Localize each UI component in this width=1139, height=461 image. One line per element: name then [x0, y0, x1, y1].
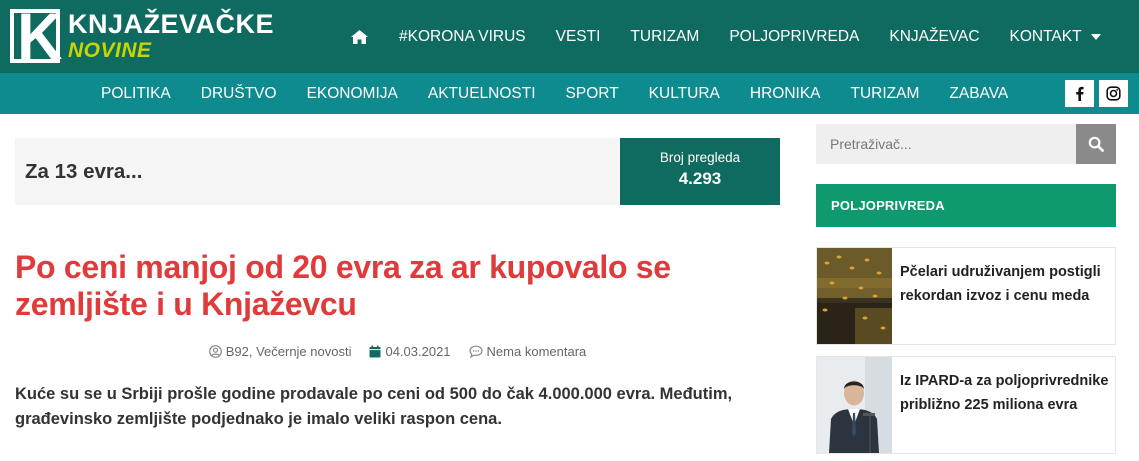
category-hronika[interactable]: HRONIKA	[750, 85, 821, 103]
logo-title: KNJAŽEVAČKE	[68, 9, 275, 39]
category-aktuelnosti[interactable]: AKTUELNOSTI	[428, 85, 536, 103]
post-thumbnail-bees[interactable]	[817, 248, 892, 344]
home-icon-svg	[351, 29, 368, 44]
category-politika[interactable]: POLITIKA	[101, 85, 171, 103]
article-author-text: B92, Večernje novosti	[225, 344, 352, 359]
nav-item-turizam[interactable]: TURIZAM	[630, 28, 699, 46]
category-nav: POLITIKA DRUŠTVO EKONOMIJA AKTUELNOSTI S…	[86, 73, 1023, 114]
post-thumbnail-speaker[interactable]	[817, 357, 892, 453]
views-box: Za 13 evra... Broj pregleda 4.293	[15, 138, 780, 205]
article-date: 04.03.2021	[369, 344, 451, 359]
comment-icon	[468, 345, 483, 358]
search-icon	[1088, 136, 1104, 152]
category-zabava[interactable]: ZABAVA	[949, 85, 1008, 103]
sidebar-post[interactable]: Pčelari udruživanjem postigli rekordan i…	[816, 247, 1116, 345]
views-counter: Broj pregleda 4.293	[620, 138, 780, 205]
nav-item-poljoprivreda[interactable]: POLJOPRIVREDA	[729, 28, 859, 46]
instagram-icon[interactable]	[1099, 80, 1128, 107]
speaker-image	[817, 357, 892, 453]
nav-item-vesti[interactable]: VESTI	[556, 28, 601, 46]
views-teaser: Za 13 evra...	[25, 160, 143, 183]
sidebar-post-title[interactable]: Iz IPARD-a za poljoprivrednike približno…	[900, 369, 1110, 417]
category-sport[interactable]: SPORT	[566, 85, 619, 103]
nav-item-korona-virus[interactable]: #KORONA VIRUS	[399, 28, 526, 46]
article-lead: Kuće su se u Srbiji prošle godine prodav…	[15, 385, 733, 428]
category-bar: POLITIKA DRUŠTVO EKONOMIJA AKTUELNOSTI S…	[0, 73, 1139, 114]
category-drustvo[interactable]: DRUŠTVO	[201, 85, 277, 103]
facebook-icon[interactable]	[1065, 80, 1094, 107]
sidebar-post-title[interactable]: Pčelari udruživanjem postigli rekordan i…	[900, 260, 1110, 308]
sidebar-post[interactable]: Iz IPARD-a za poljoprivrednike približno…	[816, 356, 1116, 454]
nav-item-kontakt-label: KONTAKT	[1009, 27, 1082, 45]
search-form	[816, 124, 1116, 164]
category-kultura[interactable]: KULTURA	[649, 85, 720, 103]
search-input[interactable]	[816, 124, 1076, 164]
logo-mark: K	[10, 3, 62, 69]
site-header: K KNJAŽEVAČKE NOVINE #KORONA VIRUS VESTI…	[0, 0, 1139, 73]
category-ekonomija[interactable]: EKONOMIJA	[307, 85, 398, 103]
logo-letter: K	[17, 0, 62, 73]
sidebar-section-title[interactable]: POLJOPRIVREDA	[816, 184, 1116, 227]
article-author[interactable]: B92, Večernje novosti	[208, 344, 352, 359]
nav-item-kontakt[interactable]: KONTAKT	[1010, 28, 1101, 46]
main-nav: #KORONA VIRUS VESTI TURIZAM POLJOPRIVRED…	[335, 0, 1116, 73]
views-label: Broj pregleda	[659, 150, 741, 165]
article-comments-text: Nema komentara	[486, 344, 587, 359]
bees-image	[817, 248, 892, 344]
chevron-down-icon	[1090, 33, 1101, 40]
logo-subtitle: NOVINE	[68, 39, 152, 62]
views-value: 4.293	[678, 169, 722, 188]
instagram-glyph	[1106, 86, 1121, 101]
user-icon	[208, 345, 222, 358]
category-turizam[interactable]: TURIZAM	[851, 85, 920, 103]
article-meta: B92, Večernje novosti 04.03.2021 Nema ko…	[0, 344, 795, 359]
site-logo[interactable]: K KNJAŽEVAČKE NOVINE	[10, 3, 274, 69]
facebook-glyph	[1076, 86, 1084, 101]
search-button[interactable]	[1076, 124, 1116, 164]
article-comments[interactable]: Nema komentara	[468, 344, 587, 359]
article-date-text: 04.03.2021	[385, 344, 451, 359]
home-icon[interactable]	[350, 29, 369, 45]
article-title: Po ceni manjoj od 20 evra za ar kupovalo…	[15, 249, 671, 322]
nav-item-knjazevac[interactable]: KNJAŽEVAC	[889, 28, 979, 46]
calendar-icon	[369, 345, 381, 358]
